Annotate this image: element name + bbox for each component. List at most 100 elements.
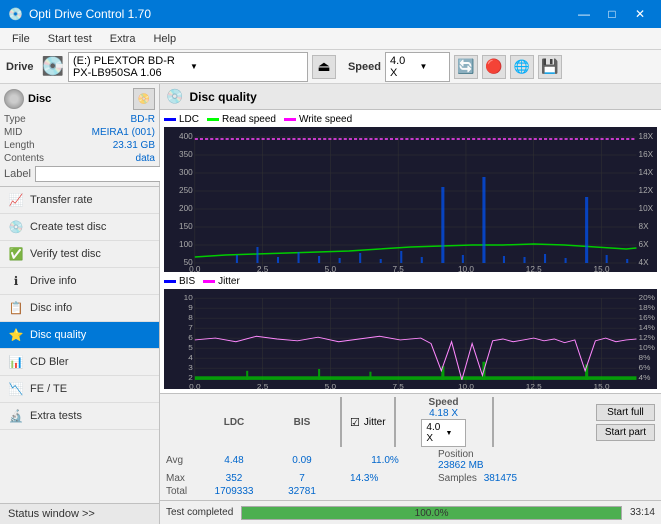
length-label: Length	[4, 140, 35, 151]
menu-help[interactable]: Help	[145, 31, 184, 47]
minimize-button[interactable]: —	[571, 4, 597, 24]
sidebar-item-create-test-disc[interactable]: 💿 Create test disc	[0, 214, 159, 241]
speed-value: 4.0 X	[390, 55, 416, 79]
svg-text:5.0: 5.0	[325, 265, 337, 272]
bottom-chart-legend: BIS Jitter	[164, 276, 657, 287]
verify-test-disc-icon: ✅	[8, 246, 24, 262]
close-button[interactable]: ✕	[627, 4, 653, 24]
divider2	[394, 397, 396, 447]
start-part-button[interactable]: Start part	[596, 424, 655, 441]
svg-text:150: 150	[179, 222, 193, 231]
sidebar-item-cd-bler[interactable]: 📊 CD Bler	[0, 349, 159, 376]
write-speed-color	[284, 118, 296, 121]
app-icon: 💿	[8, 7, 23, 21]
jitter-avg-col: 11.0%	[350, 455, 420, 466]
drive-select[interactable]: (E:) PLEXTOR BD-R PX-LB950SA 1.06 ▼	[68, 52, 308, 82]
bis-avg: 0.09	[292, 455, 311, 466]
speed-select[interactable]: 4.0 X ▼	[385, 52, 450, 82]
svg-text:18X: 18X	[639, 132, 654, 141]
svg-text:8%: 8%	[639, 353, 651, 361]
svg-text:2: 2	[188, 373, 193, 381]
status-window-btn[interactable]: Status window >>	[0, 503, 159, 524]
samples-value: 381475	[484, 473, 517, 484]
jitter-checkbox[interactable]: ☑	[350, 416, 360, 429]
sidebar-item-drive-info[interactable]: ℹ Drive info	[0, 268, 159, 295]
disc-contents-row: Contents data	[4, 153, 155, 164]
svg-text:10%: 10%	[639, 343, 656, 351]
svg-text:10: 10	[184, 293, 193, 301]
svg-text:0.0: 0.0	[189, 382, 200, 389]
legend-bis: BIS	[164, 276, 195, 287]
position-label: Position	[438, 449, 518, 460]
eject-button[interactable]: ⏏	[312, 55, 336, 79]
globe-button[interactable]: 🌐	[510, 55, 534, 79]
svg-text:10.0: 10.0	[458, 382, 474, 389]
title-bar-left: 💿 Opti Drive Control 1.70	[8, 7, 151, 21]
nav-label-disc-quality: Disc quality	[30, 329, 86, 341]
read-speed-color	[207, 118, 219, 121]
sidebar-item-disc-info[interactable]: 📋 Disc info	[0, 295, 159, 322]
bottom-chart-svg: 10 9 8 7 6 5 4 3 2 20% 18% 16% 14% 12%	[164, 289, 657, 389]
progress-area: Test completed 100.0% 33:14	[160, 500, 661, 524]
legend-read-speed: Read speed	[207, 114, 276, 125]
ldc-header: LDC	[224, 417, 245, 428]
sidebar-item-transfer-rate[interactable]: 📈 Transfer rate	[0, 187, 159, 214]
sidebar-item-verify-test-disc[interactable]: ✅ Verify test disc	[0, 241, 159, 268]
write-speed-label: Write speed	[299, 114, 352, 125]
svg-text:3: 3	[188, 363, 193, 371]
svg-text:15.0: 15.0	[594, 382, 610, 389]
speed-info: Speed 4.18 X 4.0 X ▼	[404, 397, 484, 447]
speed-select-val: 4.0 X	[426, 422, 441, 444]
time-text: 33:14	[630, 507, 655, 518]
menu-file[interactable]: File	[4, 31, 38, 47]
svg-text:7.5: 7.5	[392, 265, 404, 272]
ldc-total-col: 1709333	[204, 486, 264, 497]
sidebar-item-fe-te[interactable]: 📉 FE / TE	[0, 376, 159, 403]
position-col: Position 23862 MB	[438, 449, 518, 471]
svg-text:350: 350	[179, 150, 193, 159]
disc-title: Disc	[28, 93, 51, 105]
svg-text:10X: 10X	[639, 204, 654, 213]
svg-text:400: 400	[179, 132, 193, 141]
ldc-max-col: 352	[204, 473, 264, 484]
save-button[interactable]: 💾	[538, 55, 562, 79]
disc-type-row: Type BD-R	[4, 114, 155, 125]
menu-start-test[interactable]: Start test	[40, 31, 100, 47]
disc-image-btn[interactable]: 📀	[133, 88, 155, 110]
stats-col-bis: BIS	[272, 417, 332, 428]
nav-label-fe-te: FE / TE	[30, 383, 67, 395]
sidebar-item-disc-quality[interactable]: ⭐ Disc quality	[0, 322, 159, 349]
svg-text:2.5: 2.5	[257, 382, 268, 389]
bis-total-col: 32781	[272, 486, 332, 497]
title-bar-controls: — □ ✕	[571, 4, 653, 24]
jitter-color	[203, 280, 215, 283]
start-buttons: Start full Start part	[596, 404, 655, 441]
svg-text:12.5: 12.5	[526, 265, 542, 272]
mid-label: MID	[4, 127, 22, 138]
mid-value: MEIRA1 (001)	[92, 127, 155, 138]
type-label: Type	[4, 114, 26, 125]
menu-extra[interactable]: Extra	[102, 31, 144, 47]
svg-text:10.0: 10.0	[458, 265, 474, 272]
drive-info-icon: ℹ	[8, 273, 24, 289]
samples-label: Samples	[438, 473, 477, 484]
jitter-max-col: 14.3%	[350, 473, 420, 484]
svg-text:4X: 4X	[639, 258, 650, 267]
bis-avg-col: 0.09	[272, 455, 332, 466]
record-button[interactable]: 🔴	[482, 55, 506, 79]
read-speed-label: Read speed	[222, 114, 276, 125]
svg-text:8X: 8X	[639, 222, 650, 231]
sidebar-item-extra-tests[interactable]: 🔬 Extra tests	[0, 403, 159, 430]
refresh-button[interactable]: 🔄	[454, 55, 478, 79]
type-value: BD-R	[131, 114, 155, 125]
status-window-label: Status window >>	[8, 508, 95, 520]
label-input[interactable]	[35, 166, 169, 182]
ldc-avg: 4.48	[224, 455, 243, 466]
ldc-color	[164, 118, 176, 121]
svg-text:16X: 16X	[639, 150, 654, 159]
speed-select-stat[interactable]: 4.0 X ▼	[421, 419, 465, 447]
drive-icon: 💽	[42, 56, 64, 77]
maximize-button[interactable]: □	[599, 4, 625, 24]
start-full-button[interactable]: Start full	[596, 404, 655, 421]
nav-label-cd-bler: CD Bler	[30, 356, 69, 368]
